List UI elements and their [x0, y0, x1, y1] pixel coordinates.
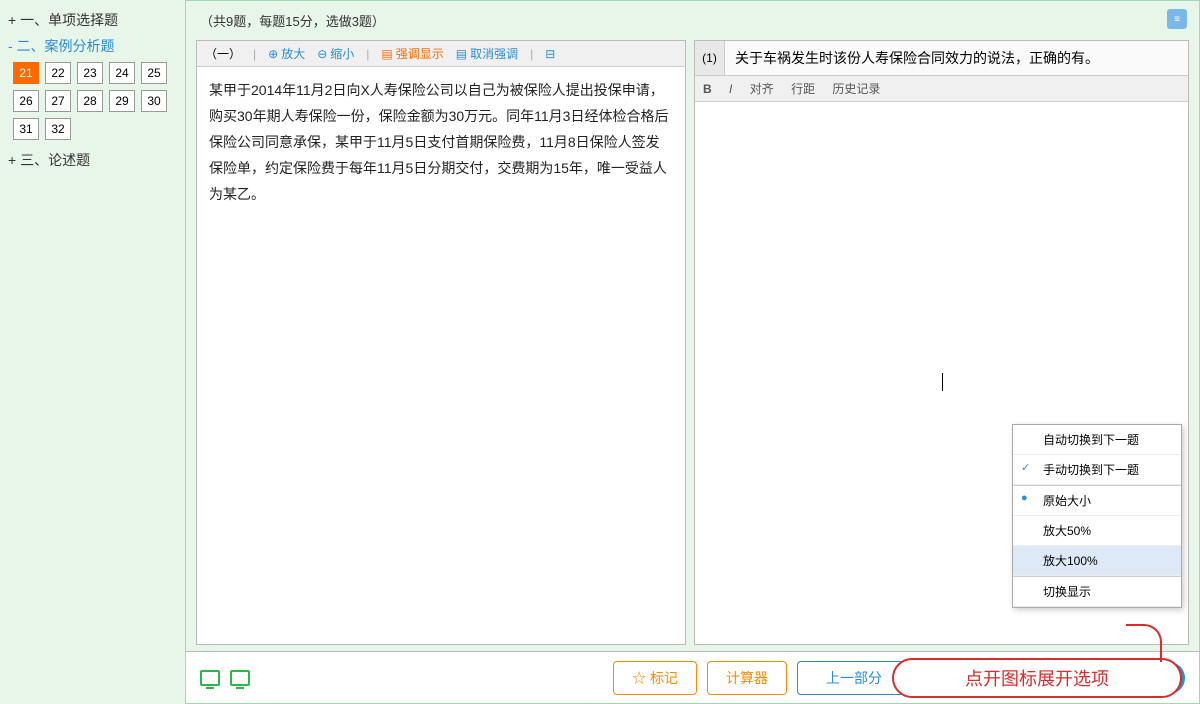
section-single-choice[interactable]: + 一、单项选择题	[8, 10, 177, 30]
question-box-25[interactable]: 25	[141, 62, 167, 84]
bold-button[interactable]: B	[703, 82, 712, 96]
popup-item[interactable]: 切换显示	[1013, 576, 1181, 607]
unhighlight-button[interactable]: ▤ 取消强调	[456, 45, 518, 62]
question-box-29[interactable]: 29	[109, 90, 135, 112]
editor-toolbar: B I 对齐 行距 历史记录	[695, 76, 1188, 102]
question-box-28[interactable]: 28	[77, 90, 103, 112]
mark-button[interactable]: ☆ 标记	[613, 661, 697, 695]
calculator-button[interactable]: 计算器	[707, 661, 787, 695]
sub-question-number: (1)	[695, 41, 725, 75]
popup-item[interactable]: ✓手动切换到下一题	[1013, 455, 1181, 485]
popup-item[interactable]: 放大100%	[1013, 546, 1181, 576]
question-box-24[interactable]: 24	[109, 62, 135, 84]
text-cursor	[942, 373, 943, 391]
question-box-27[interactable]: 27	[45, 90, 71, 112]
popup-item[interactable]: ●原始大小	[1013, 485, 1181, 516]
question-box-22[interactable]: 22	[45, 62, 71, 84]
settings-popup: 自动切换到下一题✓手动切换到下一题●原始大小放大50%放大100%切换显示	[1012, 424, 1182, 608]
align-button[interactable]: 对齐	[750, 82, 774, 96]
history-button[interactable]: 历史记录	[832, 82, 880, 96]
italic-button[interactable]: I	[729, 82, 732, 96]
popup-item[interactable]: 放大50%	[1013, 516, 1181, 546]
highlight-button[interactable]: ▤ 强调显示	[381, 45, 443, 62]
section-label: （一）	[205, 45, 241, 62]
sidebar: + 一、单项选择题 - 二、案例分析题 21 22 23 24 25 26 27 28 29 30…	[0, 0, 185, 704]
collapse-button[interactable]: ≡	[1167, 9, 1187, 29]
question-grid: 21 22 23 24 25 26 27 28 29 30 31 32	[13, 62, 177, 140]
section-essay[interactable]: + 三、论述题	[8, 150, 177, 170]
question-box-26[interactable]: 26	[13, 90, 39, 112]
line-button[interactable]: 行距	[791, 82, 815, 96]
popup-item[interactable]: 自动切换到下一题	[1013, 425, 1181, 455]
question-box-31[interactable]: 31	[13, 118, 39, 140]
network-icons	[200, 670, 250, 686]
info-text: （共9题，每题15分，选做3题）	[200, 14, 385, 29]
question-box-23[interactable]: 23	[77, 62, 103, 84]
passage-text: 某甲于2014年11月2日向X人寿保险公司以自己为被保险人提出投保申请，购买30…	[197, 67, 685, 644]
passage-toolbar: （一） | ⊕放大 ⊖缩小 | ▤ 强调显示 ▤ 取消强调 | ⊟	[197, 41, 685, 67]
sub-question-text: 关于车祸发生时该份人寿保险合同效力的说法，正确的有。	[725, 41, 1188, 75]
zoom-in-button[interactable]: ⊕放大	[268, 45, 305, 62]
question-box-21[interactable]: 21	[13, 62, 39, 84]
question-box-32[interactable]: 32	[45, 118, 71, 140]
monitor-icon	[230, 670, 250, 686]
zoom-out-button[interactable]: ⊖缩小	[317, 45, 354, 62]
section-case-analysis[interactable]: - 二、案例分析题	[8, 36, 177, 56]
question-box-30[interactable]: 30	[141, 90, 167, 112]
split-button[interactable]: ⊟	[545, 47, 555, 61]
passage-pane: （一） | ⊕放大 ⊖缩小 | ▤ 强调显示 ▤ 取消强调 | ⊟ 某甲于201…	[196, 40, 686, 645]
monitor-icon	[200, 670, 220, 686]
callout-annotation: 点开图标展开选项	[892, 658, 1182, 698]
info-bar: （共9题，每题15分，选做3题） ≡	[186, 1, 1199, 40]
